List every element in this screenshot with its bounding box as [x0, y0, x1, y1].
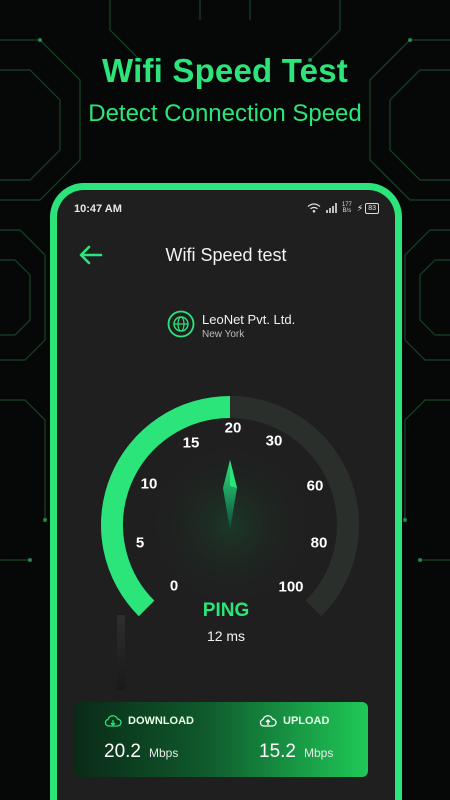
isp-location: New York [202, 329, 245, 340]
ping-label: PING [202, 600, 250, 621]
phone-frame: 10:47 AM 177 B/s ⚡ 83 Wifi Speed test Le… [50, 183, 402, 800]
decor-shadow [117, 615, 125, 690]
net-speed-unit: B/s [342, 208, 352, 214]
ping-value: 12 ms [206, 628, 246, 644]
upload-value: 15.2 [259, 741, 296, 762]
app-bar: Wifi Speed test [57, 240, 395, 270]
scale-label-60: 60 [306, 477, 324, 495]
download-label: DOWNLOAD [128, 715, 194, 727]
isp-name: LeoNet Pvt. Ltd. [202, 312, 296, 327]
globe-icon [167, 310, 195, 338]
promo-title: Wifi Speed Test [102, 52, 348, 89]
scale-label-20: 20 [224, 419, 242, 437]
status-icons: 177 B/s ⚡ 83 [307, 202, 379, 214]
battery-indicator: ⚡ 83 [356, 202, 379, 214]
signal-icon [325, 203, 337, 213]
screen-title: Wifi Speed test [165, 245, 287, 265]
net-speed: 177 B/s [342, 202, 352, 214]
charging-icon: ⚡ [356, 202, 364, 213]
results-panel: DOWNLOAD 20.2 Mbps UPLOAD 15.2 Mbps [74, 702, 368, 777]
promo-subtitle: Detect Connection Speed [88, 100, 362, 127]
scale-label-5: 5 [135, 534, 145, 552]
scale-label-30: 30 [265, 432, 283, 450]
scale-label-80: 80 [310, 534, 328, 552]
upload-label: UPLOAD [283, 715, 330, 727]
scale-label-0: 0 [169, 577, 179, 595]
scale-label-15: 15 [182, 434, 200, 452]
scale-label-10: 10 [140, 475, 158, 493]
scale-label-100: 100 [278, 578, 304, 596]
cloud-upload-icon [259, 715, 277, 727]
download-value: 20.2 [104, 741, 141, 762]
upload-result: UPLOAD 15.2 Mbps [259, 714, 333, 763]
status-time: 10:47 AM [74, 203, 122, 215]
download-unit: Mbps [148, 746, 179, 760]
battery-level: 83 [365, 202, 379, 214]
cloud-download-icon [104, 715, 122, 727]
upload-unit: Mbps [303, 746, 334, 760]
download-result: DOWNLOAD 20.2 Mbps [104, 714, 194, 763]
status-bar: 10:47 AM 177 B/s ⚡ 83 [57, 190, 395, 224]
wifi-icon [307, 203, 321, 213]
